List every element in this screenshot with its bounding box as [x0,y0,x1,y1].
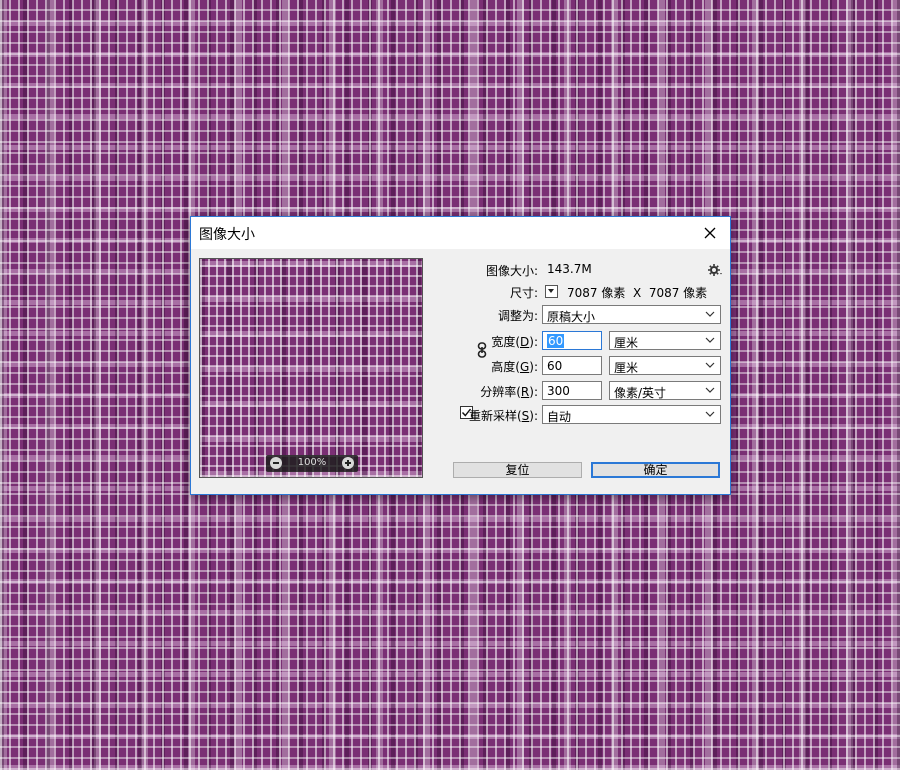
height-label: 高度(G): [491,360,538,374]
resample-value: 自动 [547,410,572,424]
zoom-control: 100% [266,455,358,472]
resolution-unit-select[interactable]: 像素/英寸 [609,381,721,400]
height-input[interactable]: 60 [542,356,602,375]
close-icon [704,227,716,239]
resample-select[interactable]: 自动 [542,405,721,424]
dimensions-value: 7087 像素 X 7087 像素 [567,286,708,300]
gear-icon[interactable] [707,262,723,278]
width-label: 宽度(D): [491,335,538,349]
reset-button[interactable]: 复位 [453,462,582,478]
dialog-title: 图像大小 [199,227,255,243]
image-preview[interactable]: 100% [199,258,423,478]
chevron-down-icon [705,311,715,317]
fit-to-label: 调整为: [497,309,538,323]
resolution-label: 分辨率(R): [480,385,538,399]
height-unit-select[interactable]: 厘米 [609,356,721,375]
chevron-down-icon [705,411,715,417]
image-size-value: 143.7M [547,262,592,276]
fit-to-value: 原稿大小 [547,310,596,324]
image-size-label: 图像大小: [485,264,538,278]
fit-to-select[interactable]: 原稿大小 [542,305,721,324]
dimensions-unit-dropdown[interactable] [545,285,558,298]
dialog-titlebar: 图像大小 [191,217,730,249]
height-value: 60 [547,359,563,373]
width-input[interactable]: 60 [542,331,602,350]
resolution-unit-value: 像素/英寸 [614,386,667,400]
width-unit-value: 厘米 [614,336,639,350]
chevron-down-icon [705,337,715,343]
height-unit-value: 厘米 [614,361,639,375]
chevron-down-icon [705,362,715,368]
dimensions-label: 尺寸: [509,286,538,300]
image-size-dialog: 图像大小 100% 图像大小: 143.7M 尺寸: 7087 像素 X 708… [190,216,731,495]
width-unit-select[interactable]: 厘米 [609,331,721,350]
resolution-value: 300 [547,384,570,398]
resample-label: 重新采样(S): [468,409,538,423]
width-value: 60 [547,334,565,348]
close-button[interactable] [690,217,730,249]
ok-button[interactable]: 确定 [591,462,720,478]
zoom-in-button[interactable] [342,457,354,469]
chevron-down-icon [705,387,715,393]
link-icon[interactable] [477,342,487,358]
resolution-input[interactable]: 300 [542,381,602,400]
